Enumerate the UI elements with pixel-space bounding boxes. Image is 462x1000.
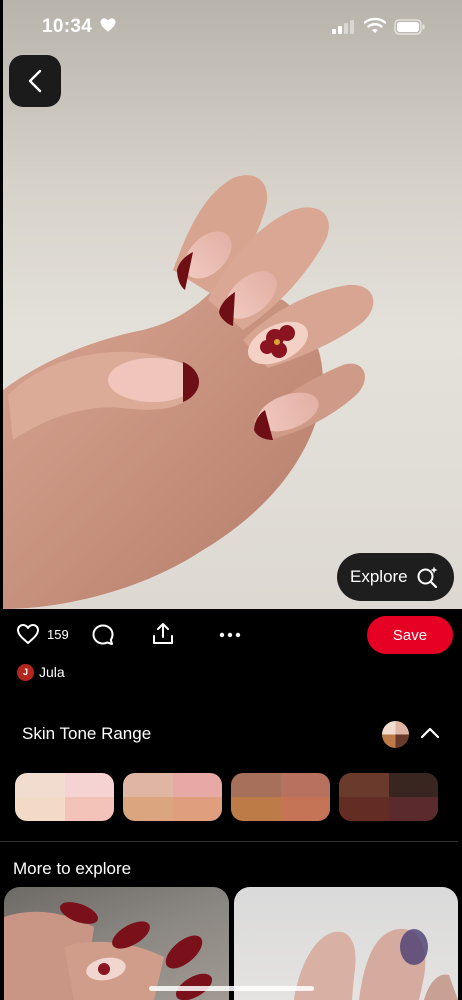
pin-action-row: 159 Save xyxy=(0,612,462,658)
nails-photo xyxy=(3,175,374,609)
related-pin-image xyxy=(4,902,213,1000)
creator[interactable]: J Jula xyxy=(17,662,65,682)
swatch-color xyxy=(280,797,330,821)
swatch-color xyxy=(64,797,114,821)
status-time: 10:34 xyxy=(42,16,93,37)
related-pin-card[interactable] xyxy=(4,887,229,1000)
share-icon[interactable] xyxy=(151,621,175,647)
more-options-icon[interactable] xyxy=(218,623,242,647)
skin-tone-title: Skin Tone Range xyxy=(22,724,152,743)
skin-tone-swatch[interactable] xyxy=(231,773,330,821)
swatch-color xyxy=(339,797,389,821)
swatch-color xyxy=(339,773,389,797)
skin-tone-icon xyxy=(382,721,409,748)
swatch-color xyxy=(172,773,222,797)
swatch-color xyxy=(15,773,65,797)
swatch-color xyxy=(280,773,330,797)
more-to-explore-title: More to explore xyxy=(13,859,132,878)
skin-tone-swatch[interactable] xyxy=(339,773,438,821)
skin-tone-swatch[interactable] xyxy=(123,773,222,821)
pin-image[interactable] xyxy=(3,0,462,609)
save-button[interactable]: Save xyxy=(367,616,453,654)
skin-tone-swatches xyxy=(15,773,439,821)
visual-search-icon xyxy=(417,566,438,589)
swatch-color xyxy=(172,797,222,821)
swatch-color xyxy=(388,797,438,821)
swatch-color xyxy=(123,773,173,797)
home-indicator xyxy=(149,986,314,991)
swatch-color xyxy=(231,773,281,797)
back-button[interactable] xyxy=(9,55,61,107)
explore-label: Explore xyxy=(350,567,408,586)
heart-status-icon xyxy=(100,18,116,32)
chevron-left-icon xyxy=(28,69,42,93)
explore-button[interactable]: Explore xyxy=(337,553,454,601)
wifi-icon xyxy=(364,17,386,33)
section-divider xyxy=(0,841,458,842)
heart-icon[interactable] xyxy=(16,623,40,645)
comment-icon[interactable] xyxy=(91,623,115,647)
like-count: 159 xyxy=(47,627,69,642)
avatar: J xyxy=(17,663,34,681)
related-pin-card[interactable] xyxy=(234,887,458,1000)
related-pin-image xyxy=(294,928,458,1000)
swatch-color xyxy=(15,797,65,821)
swatch-color xyxy=(231,797,281,821)
swatch-color xyxy=(123,797,173,821)
signal-icon xyxy=(332,20,354,34)
battery-icon xyxy=(394,19,425,35)
creator-name: Jula xyxy=(39,664,65,680)
status-bar: 10:34 xyxy=(0,0,462,56)
swatch-color xyxy=(388,773,438,797)
skin-tone-swatch[interactable] xyxy=(15,773,114,821)
chevron-up-icon[interactable] xyxy=(420,726,440,740)
swatch-color xyxy=(64,773,114,797)
